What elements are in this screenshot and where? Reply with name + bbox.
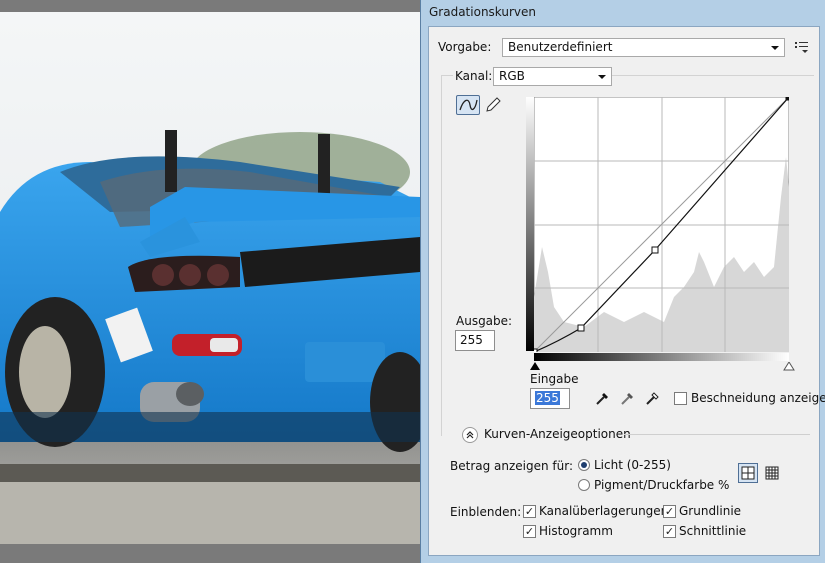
- output-gradient-bar: [526, 97, 534, 351]
- channel-select[interactable]: RGB: [493, 67, 612, 86]
- channel-overlays-label: Kanalüberlagerungen: [539, 504, 669, 518]
- dialog-title: Gradationskurven: [429, 5, 537, 19]
- photo-canvas: [0, 12, 420, 544]
- eyedropper-gray-icon[interactable]: [619, 389, 637, 407]
- chevron-down-icon: [771, 46, 779, 50]
- grid-10x10-icon[interactable]: [763, 464, 781, 482]
- light-label: Licht (0-255): [594, 458, 671, 472]
- output-label: Ausgabe:: [456, 314, 513, 328]
- histogram-checkbox[interactable]: ✓: [523, 525, 536, 538]
- curve-control-point[interactable]: [785, 97, 789, 101]
- show-amount-label: Betrag anzeigen für:: [450, 459, 574, 473]
- intersection-label: Schnittlinie: [679, 524, 747, 538]
- show-label: Einblenden:: [450, 505, 522, 519]
- black-point-slider[interactable]: [529, 362, 541, 371]
- clipping-checkbox[interactable]: [674, 392, 687, 405]
- pencil-icon[interactable]: [484, 96, 502, 114]
- curve-options-label: Kurven-Anzeigeoptionen: [484, 427, 631, 441]
- input-value: 255: [535, 391, 560, 405]
- channel-value: RGB: [499, 69, 525, 83]
- panel-menu-icon[interactable]: [794, 40, 810, 54]
- white-point-slider[interactable]: [783, 362, 795, 371]
- preset-label: Vorgabe:: [438, 40, 492, 54]
- light-radio[interactable]: [578, 459, 590, 471]
- baseline-label: Grundlinie: [679, 504, 742, 518]
- pigment-label: Pigment/Druckfarbe %: [594, 478, 730, 492]
- histogram-label: Histogramm: [539, 524, 613, 538]
- eyedropper-white-icon[interactable]: [644, 389, 662, 407]
- grid-4x4-icon[interactable]: [738, 463, 758, 483]
- curve-control-point[interactable]: [534, 348, 538, 352]
- input-field[interactable]: 255: [530, 388, 570, 409]
- expand-up-icon[interactable]: [462, 427, 478, 443]
- preset-select[interactable]: Benutzerdefiniert: [502, 38, 785, 57]
- intersection-checkbox[interactable]: ✓: [663, 525, 676, 538]
- chevron-down-icon: [598, 75, 606, 79]
- input-gradient-bar: [534, 353, 789, 361]
- channel-label: Kanal:: [453, 69, 495, 83]
- dialog-body: Vorgabe: Benutzerdefiniert Kanal: RGB Au…: [428, 26, 825, 556]
- input-label: Eingabe: [530, 372, 579, 386]
- divider: [624, 434, 810, 435]
- baseline-checkbox[interactable]: ✓: [663, 505, 676, 518]
- pigment-radio[interactable]: [578, 479, 590, 491]
- curves-dialog: Gradationskurven Vorgabe: Benutzerdefini…: [420, 0, 825, 563]
- channel-overlays-checkbox[interactable]: ✓: [523, 505, 536, 518]
- curve-point-icon[interactable]: [456, 95, 480, 115]
- car-image: [0, 12, 420, 544]
- eyedropper-black-icon[interactable]: [594, 389, 612, 407]
- curve-control-point[interactable]: [651, 246, 659, 254]
- curve-graph[interactable]: [534, 97, 789, 352]
- curve-control-point[interactable]: [577, 324, 585, 332]
- preset-value: Benutzerdefiniert: [508, 40, 613, 54]
- output-field[interactable]: 255: [455, 330, 495, 351]
- clipping-label: Beschneidung anzeigen: [691, 391, 825, 405]
- background-photo: [0, 0, 425, 563]
- output-value: 255: [460, 333, 483, 347]
